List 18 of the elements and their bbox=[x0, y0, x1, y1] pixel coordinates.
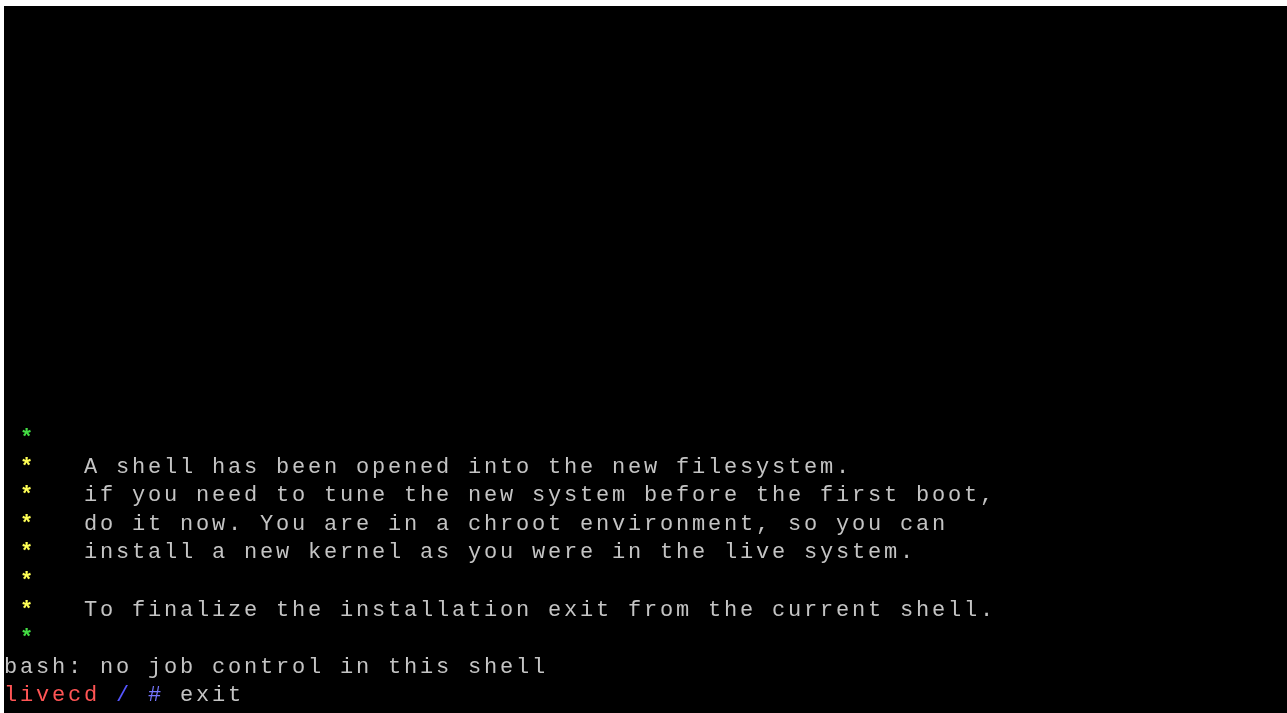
bullet-text: * bbox=[20, 539, 36, 568]
message-text: do it now. You are in a chroot environment, so you can bbox=[84, 510, 949, 539]
prompt-symbol: # bbox=[148, 682, 165, 711]
bullet-text: * bbox=[20, 568, 36, 597]
bullet-text: * bbox=[20, 425, 36, 454]
prompt-path: / bbox=[116, 682, 133, 711]
bullet-text: * bbox=[20, 453, 36, 482]
message-text: bash: no job control in this shell bbox=[4, 653, 549, 682]
prompt-host: livecd bbox=[4, 682, 100, 711]
bullet-text: * bbox=[20, 596, 36, 625]
message-text: A shell has been opened into the new filesystem. bbox=[84, 453, 853, 482]
message-text: if you need to tune the new system before the first boot, bbox=[84, 482, 997, 511]
bullet-text: * bbox=[20, 625, 36, 654]
message-text: install a new kernel as you were in the live system. bbox=[84, 539, 917, 568]
message-text: To finalize the installation exit from the current shell. bbox=[84, 596, 997, 625]
bullet-text: * bbox=[20, 510, 36, 539]
bullet-text: * bbox=[20, 482, 36, 511]
command-text: exit bbox=[180, 682, 245, 711]
